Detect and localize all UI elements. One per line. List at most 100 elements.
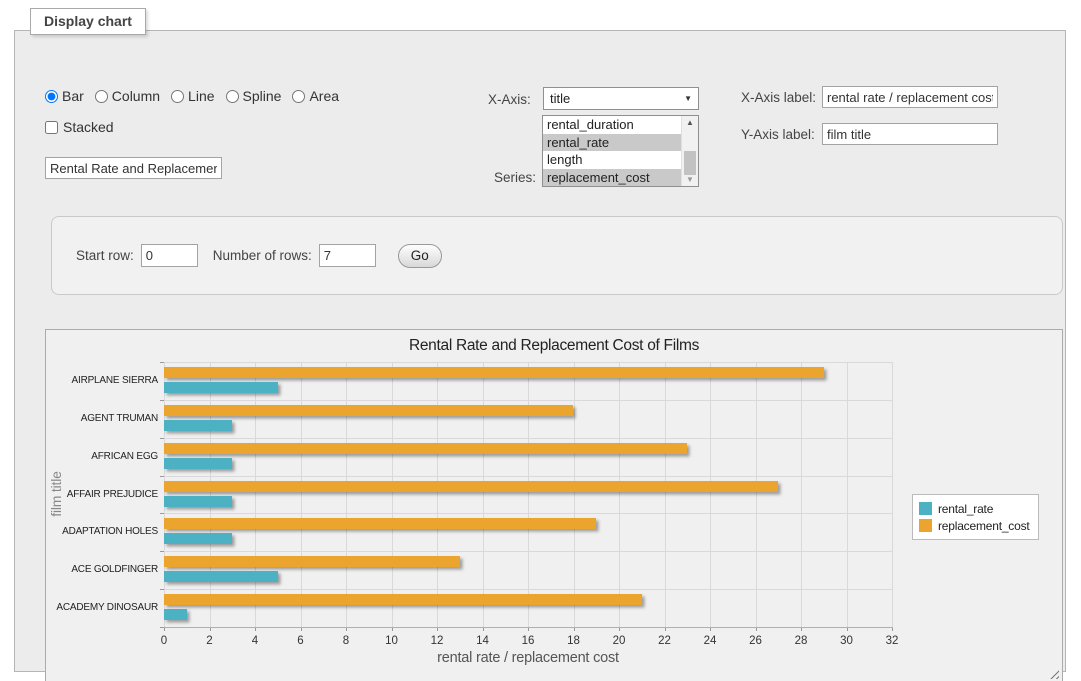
num-rows-input[interactable] <box>319 244 376 267</box>
x-tick-label: 4 <box>240 635 270 647</box>
chart-type-spline[interactable]: Spline <box>226 88 282 104</box>
series-listbox[interactable]: rental_durationrental_ratelengthreplacem… <box>542 115 699 187</box>
stacked-checkbox[interactable] <box>45 121 58 134</box>
row-range-box: Start row: Number of rows: Go <box>51 216 1063 295</box>
bar-replacement_cost <box>164 518 596 529</box>
bar-replacement_cost <box>164 367 824 378</box>
chart-type-area[interactable]: Area <box>292 88 339 104</box>
bar-rental_rate <box>164 420 232 431</box>
x-tick-label: 10 <box>377 635 407 647</box>
series-scrollbar[interactable]: ▲ ▼ <box>681 116 698 186</box>
bar-rental_rate <box>164 382 278 393</box>
bar-rental_rate <box>164 571 278 582</box>
series-option-rental_duration[interactable]: rental_duration <box>543 116 681 134</box>
x-tick-label: 32 <box>877 635 907 647</box>
gridline-v <box>528 362 529 627</box>
chart-type-line[interactable]: Line <box>171 88 214 104</box>
stacked-checkbox-row[interactable]: Stacked <box>45 119 114 135</box>
legend-label: replacement_cost <box>938 519 1030 533</box>
y-tick-mark <box>160 513 164 514</box>
x-tick-label: 30 <box>832 635 862 647</box>
series-options: rental_durationrental_ratelengthreplacem… <box>543 116 681 186</box>
gridline-v <box>210 362 211 627</box>
category-label: ACADEMY DINOSAUR <box>46 602 158 613</box>
legend-item-rental_rate: rental_rate <box>919 500 1030 517</box>
x-axis-select[interactable]: title ▼ <box>543 87 699 110</box>
gridline-h <box>164 513 892 514</box>
chart-type-label: Line <box>188 88 214 104</box>
gridline-v <box>164 362 165 627</box>
panel-legend-tab: Display chart <box>30 8 146 35</box>
category-label: AFRICAN EGG <box>46 451 158 462</box>
gridline-v <box>255 362 256 627</box>
x-tick-label: 0 <box>149 635 179 647</box>
y-tick-mark <box>160 362 164 363</box>
y-tick-mark <box>160 589 164 590</box>
page: BarColumnLineSplineArea Stacked X-Axis: … <box>0 0 1081 681</box>
gridline-v <box>437 362 438 627</box>
gridline-v <box>619 362 620 627</box>
bar-rental_rate <box>164 609 187 620</box>
chart-type-line-radio[interactable] <box>171 90 184 103</box>
scrollbar-track[interactable] <box>682 129 698 173</box>
start-row-input[interactable] <box>141 244 198 267</box>
x-tick-label: 22 <box>650 635 680 647</box>
scroll-up-icon[interactable]: ▲ <box>682 116 698 129</box>
bar-rental_rate <box>164 533 232 544</box>
chart-type-label: Column <box>112 88 160 104</box>
scrollbar-thumb[interactable] <box>684 151 696 175</box>
gridline-h <box>164 476 892 477</box>
y-tick-mark <box>160 438 164 439</box>
gridline-v <box>483 362 484 627</box>
bar-rental_rate <box>164 496 232 507</box>
gridline-v <box>710 362 711 627</box>
x-axis-label-input[interactable] <box>822 86 998 108</box>
category-label: AGENT TRUMAN <box>46 413 158 424</box>
category-label: AIRPLANE SIERRA <box>46 375 158 386</box>
chart-type-area-radio[interactable] <box>292 90 305 103</box>
start-row-label: Start row: <box>76 248 134 263</box>
gridline-h <box>164 551 892 552</box>
series-option-length[interactable]: length <box>543 151 681 169</box>
resize-handle-icon[interactable] <box>1049 669 1059 679</box>
stacked-label: Stacked <box>63 119 114 135</box>
chart-title-input[interactable] <box>45 157 222 179</box>
series-option-replacement_cost[interactable]: replacement_cost <box>543 169 681 187</box>
chart-type-label: Bar <box>62 88 84 104</box>
legend-label: rental_rate <box>938 502 993 516</box>
category-label: AFFAIR PREJUDICE <box>46 489 158 500</box>
chart-legend: rental_rate replacement_cost <box>912 494 1039 540</box>
x-axis-line <box>164 627 893 628</box>
chart-type-spline-radio[interactable] <box>226 90 239 103</box>
chart-type-bar[interactable]: Bar <box>45 88 84 104</box>
go-button[interactable]: Go <box>398 244 442 268</box>
x-axis-label-label: X-Axis label: <box>741 90 816 105</box>
chart-type-bar-radio[interactable] <box>45 90 58 103</box>
x-tick-label: 18 <box>559 635 589 647</box>
gridline-v <box>665 362 666 627</box>
gridline-v <box>574 362 575 627</box>
chart-type-column-radio[interactable] <box>95 90 108 103</box>
num-rows-label: Number of rows: <box>213 248 312 263</box>
y-tick-mark <box>160 551 164 552</box>
bar-replacement_cost <box>164 405 573 416</box>
legend-swatch <box>919 519 932 532</box>
gridline-v <box>847 362 848 627</box>
x-tick-label: 14 <box>468 635 498 647</box>
y-axis-label-input[interactable] <box>822 123 998 145</box>
gridline-v <box>801 362 802 627</box>
gridline-h <box>164 400 892 401</box>
chart-title: Rental Rate and Replacement Cost of Film… <box>46 337 1062 355</box>
bar-replacement_cost <box>164 594 642 605</box>
chart-type-column[interactable]: Column <box>95 88 160 104</box>
x-tick-label: 8 <box>331 635 361 647</box>
gridline-v <box>392 362 393 627</box>
chart-type-label: Spline <box>243 88 282 104</box>
series-option-rental_rate[interactable]: rental_rate <box>543 134 681 152</box>
x-tick-label: 28 <box>786 635 816 647</box>
category-label: ADAPTATION HOLES <box>46 526 158 537</box>
x-axis-selected-value: title <box>550 91 684 106</box>
legend-swatch <box>919 502 932 515</box>
bar-replacement_cost <box>164 556 460 567</box>
x-tick-label: 12 <box>422 635 452 647</box>
